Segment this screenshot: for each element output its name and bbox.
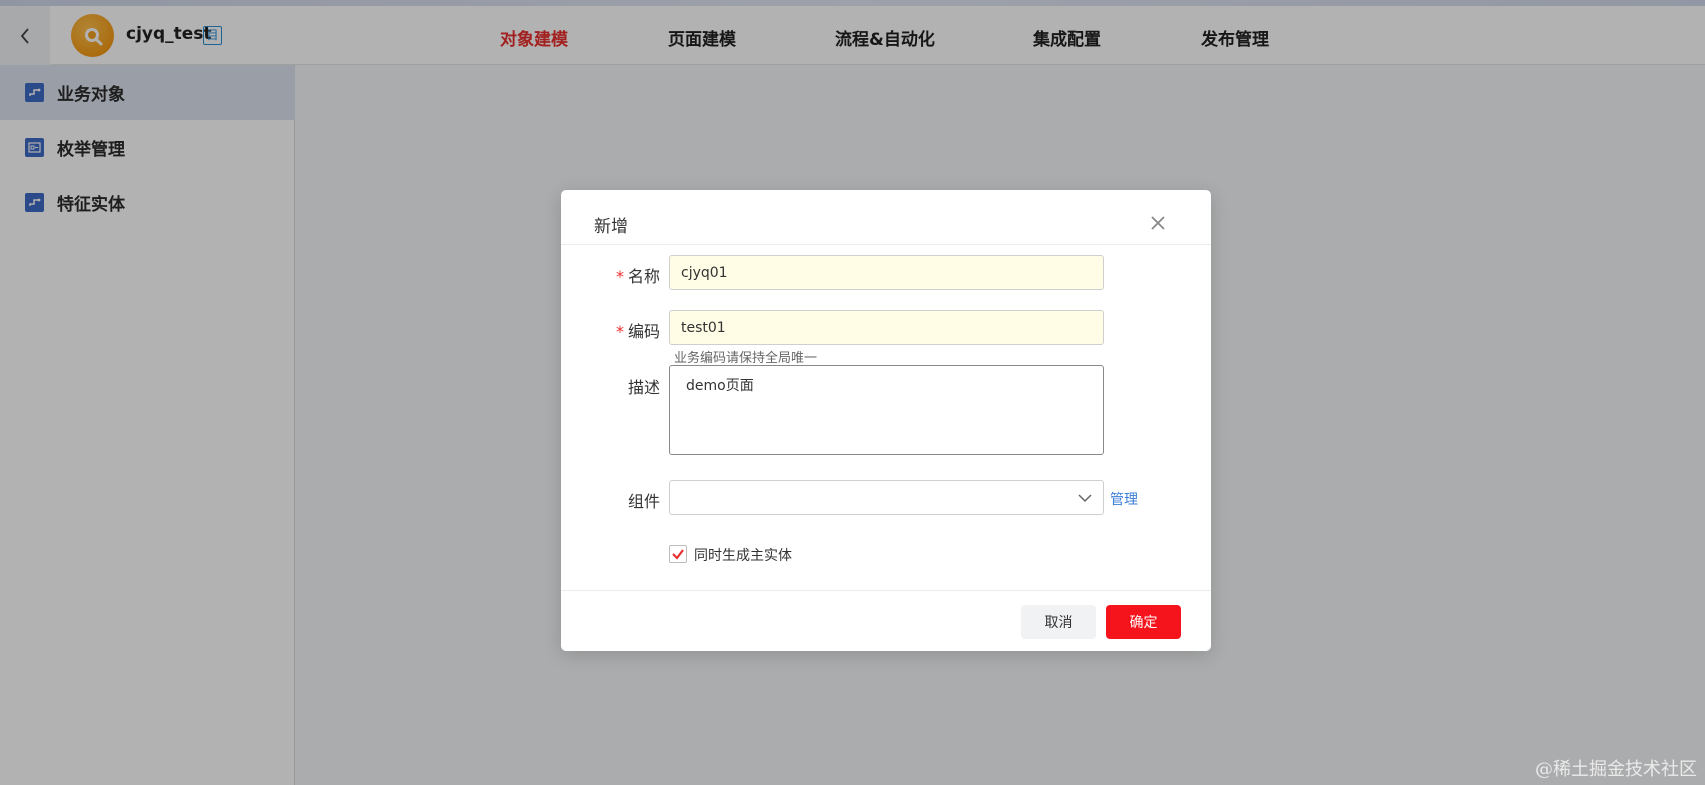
- component-label: 组件: [627, 492, 660, 511]
- generate-main-entity-checkbox[interactable]: [669, 545, 687, 563]
- code-hint: 业务编码请保持全局唯一: [674, 351, 818, 366]
- dialog-footer-divider: [561, 590, 1211, 591]
- required-mark: *: [615, 322, 624, 341]
- chevron-down-icon: [1078, 494, 1092, 503]
- generate-main-entity-label[interactable]: 同时生成主实体: [694, 545, 792, 565]
- cancel-button[interactable]: 取消: [1021, 605, 1096, 639]
- confirm-button[interactable]: 确定: [1106, 605, 1181, 639]
- close-button[interactable]: [1147, 212, 1169, 234]
- code-input[interactable]: [669, 310, 1104, 345]
- dialog-header-divider: [561, 244, 1211, 245]
- close-icon: [1151, 216, 1165, 230]
- name-label: * 名称: [615, 267, 660, 286]
- required-mark: *: [615, 267, 624, 286]
- description-textarea[interactable]: demo页面: [669, 365, 1104, 455]
- name-input[interactable]: [669, 255, 1104, 290]
- dialog-title: 新增: [594, 217, 628, 237]
- create-dialog: 新增 *名称 *编码 业务编码请保持全局唯一 描述 demo页面 组件 管理 同…: [561, 190, 1211, 651]
- watermark: @稀土掘金技术社区: [1535, 759, 1697, 780]
- code-label: * 编码: [615, 322, 660, 341]
- description-label: 描述: [627, 378, 660, 397]
- manage-components-link[interactable]: 管理: [1110, 489, 1138, 509]
- component-select[interactable]: [669, 480, 1104, 515]
- check-icon: [672, 549, 684, 560]
